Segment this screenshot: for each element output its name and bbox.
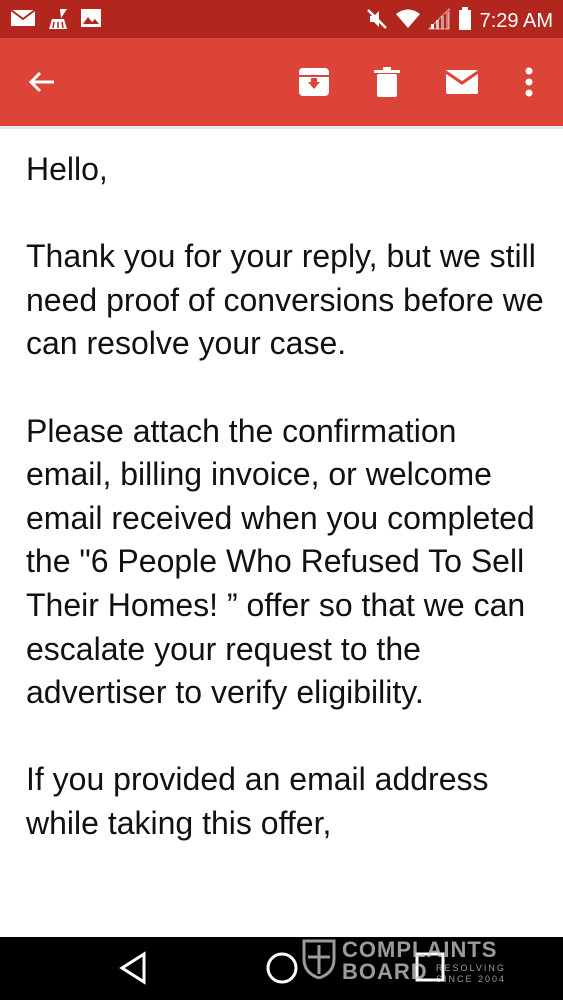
back-triangle-icon [119,951,146,985]
status-bar: 7:29 AM [0,0,563,38]
mail-icon [445,70,479,94]
email-paragraph: Thank you for your reply, but we still n… [26,238,544,362]
delete-icon [374,67,400,97]
email-toolbar [0,38,563,126]
email-paragraph: If you provided an email address while t… [26,761,489,841]
watermark-tagline: RESOLVING SINCE 2004 [436,963,506,985]
email-body: Hello, Thank you for your reply, but we … [26,148,546,889]
shield-logo-icon [302,939,336,979]
clean-brush-icon [46,8,70,34]
watermark-line2: BOARD [342,959,428,984]
back-arrow-icon [28,71,54,93]
delete-button[interactable] [365,60,409,104]
signal-icon [427,7,450,34]
more-options-button[interactable] [507,60,551,104]
battery-icon [458,7,472,35]
complaintsboard-watermark: COMPLAINTS BOARD RESOLVING SINCE 2004 [302,937,522,987]
watermark-tagline2: SINCE 2004 [436,974,507,984]
back-button[interactable] [20,60,64,104]
wifi-icon [395,9,420,33]
image-icon [80,8,102,34]
home-circle-icon [266,952,298,984]
status-bar-notifications [10,8,102,34]
archive-button[interactable] [292,60,336,104]
mark-unread-button[interactable] [440,60,484,104]
nav-back-button[interactable] [118,951,148,989]
nav-home-button[interactable] [265,951,299,989]
mute-icon [366,8,388,34]
email-paragraph: Please attach the confirmation email, bi… [26,412,535,711]
watermark-tagline1: RESOLVING [436,963,506,973]
status-time: 7:29 AM [479,9,553,32]
more-vert-icon [525,67,533,97]
archive-icon [299,68,329,96]
status-bar-system: 7:29 AM [366,7,553,35]
mail-icon [10,8,36,34]
email-greeting: Hello, [26,151,108,187]
toolbar-divider [0,126,563,129]
